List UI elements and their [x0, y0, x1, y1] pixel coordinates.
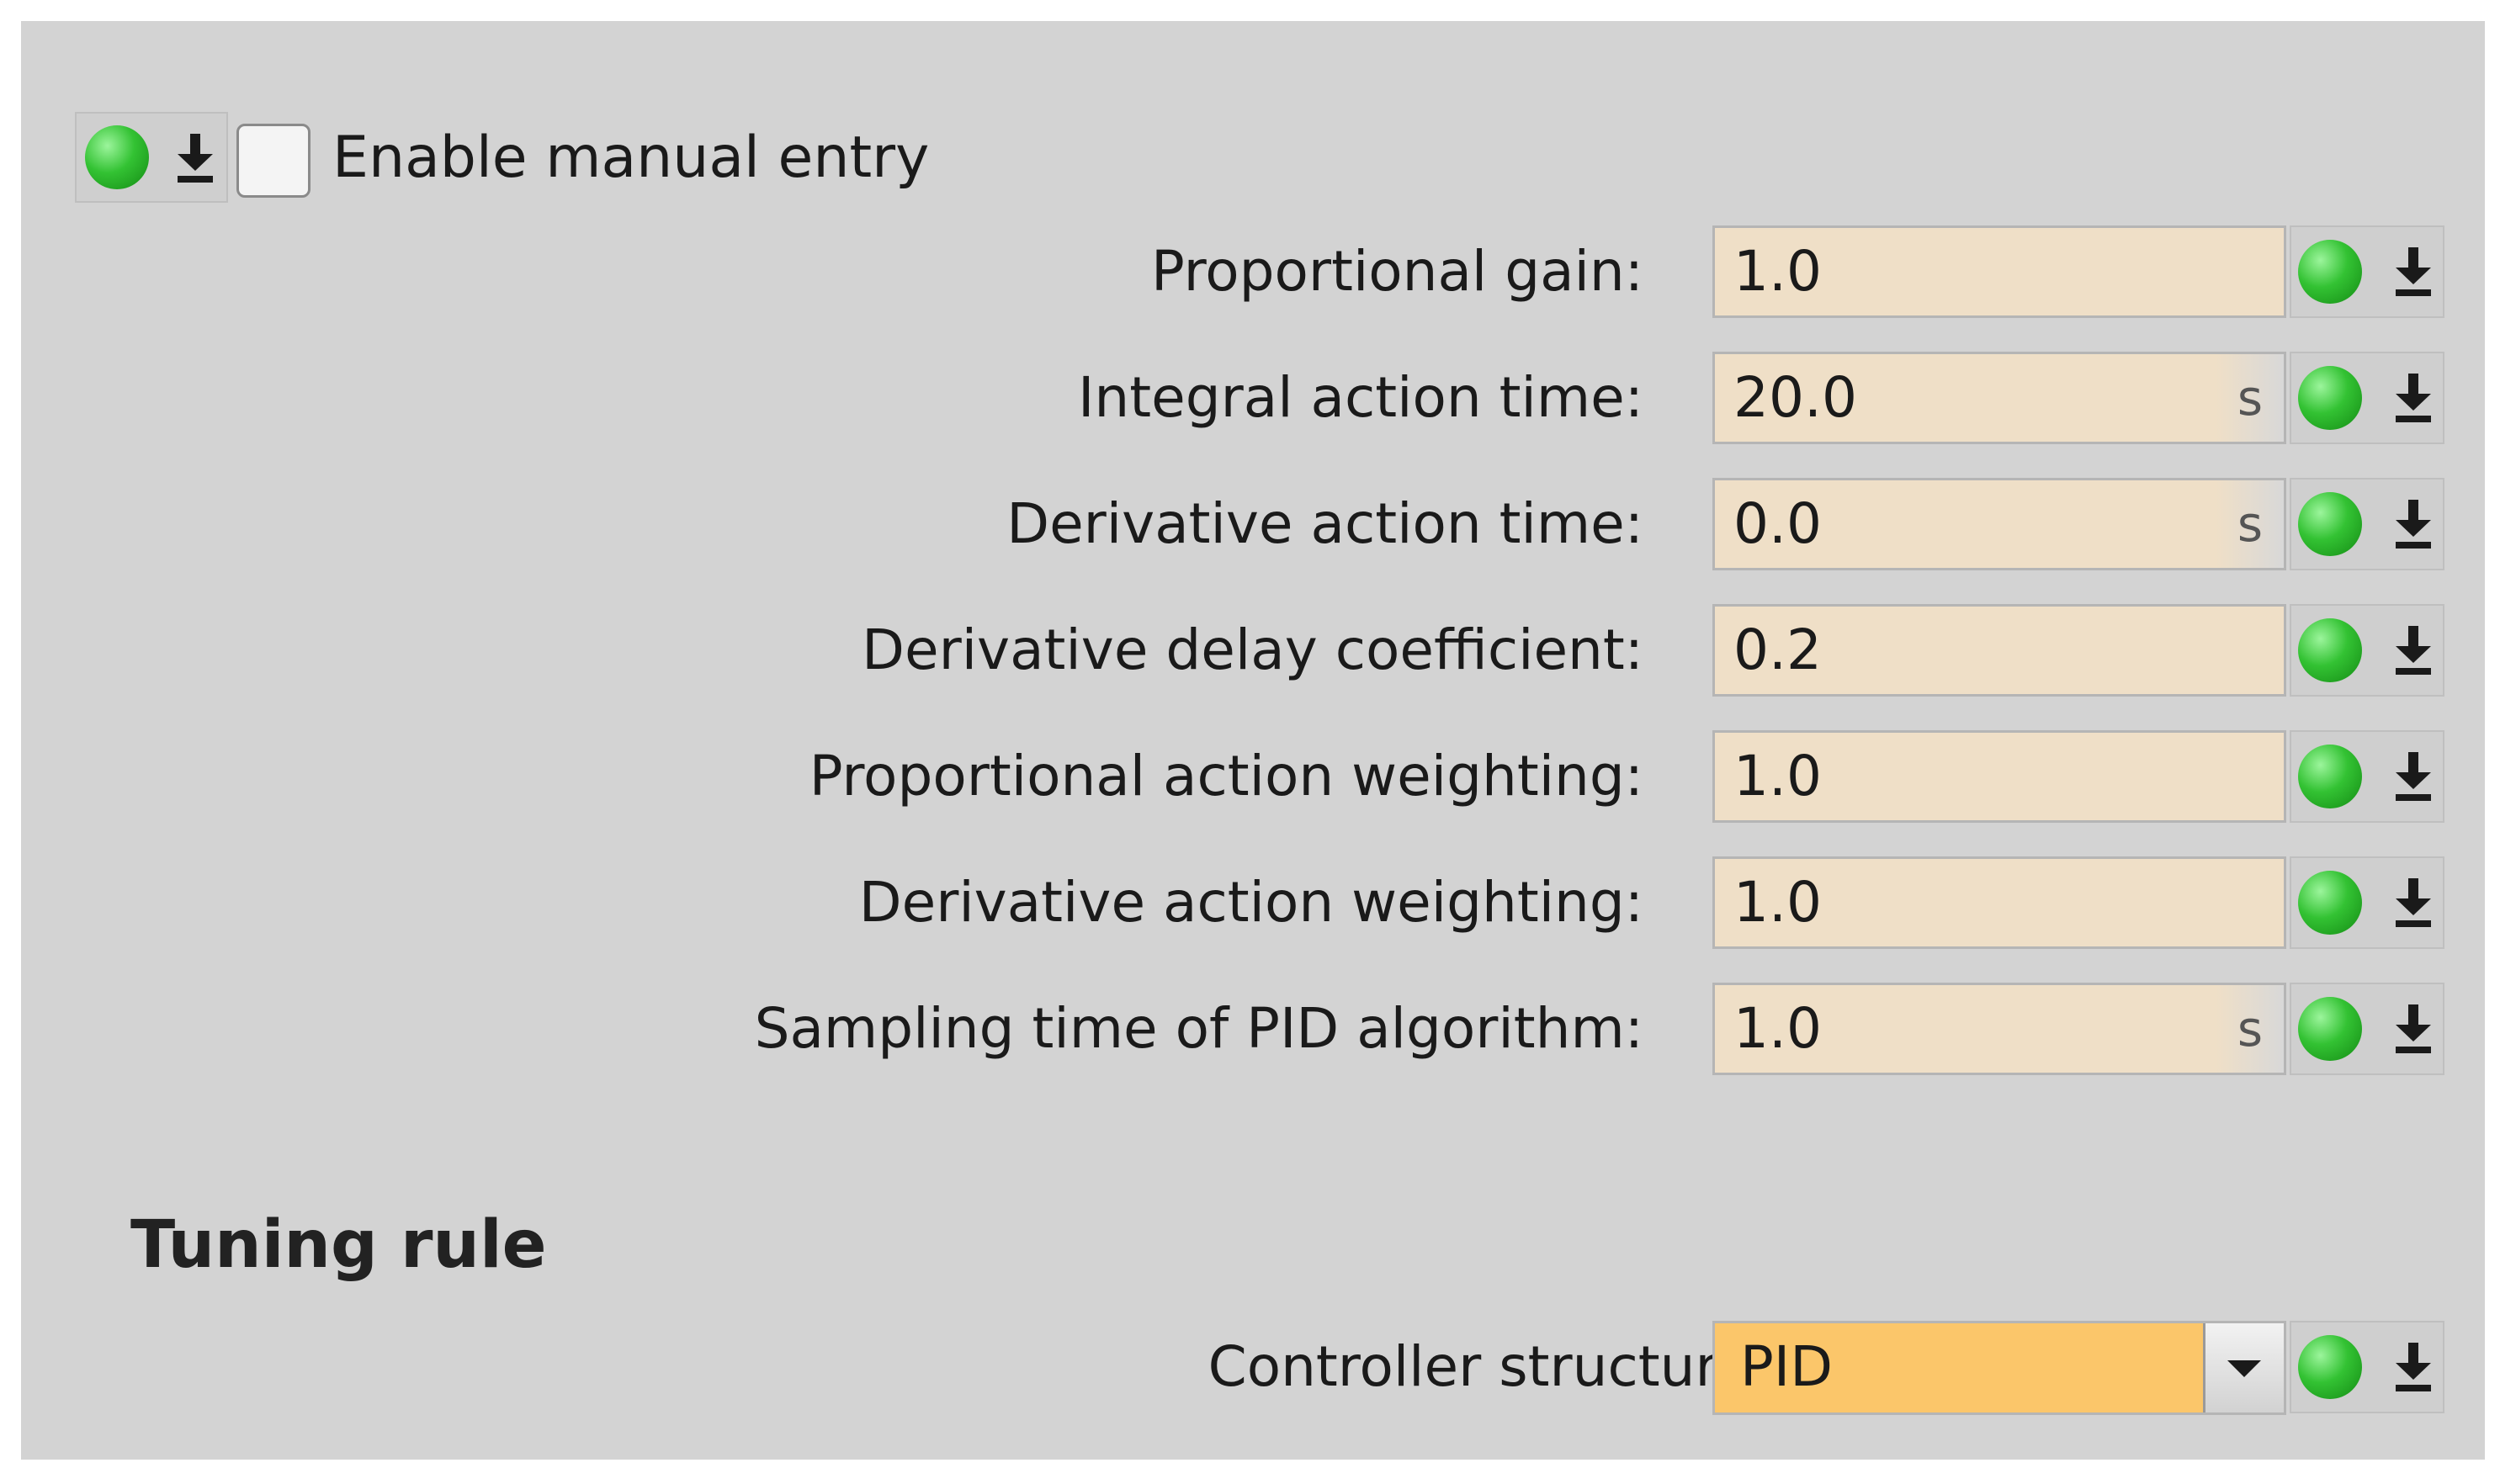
controller-structure-select[interactable]: PID [1712, 1321, 2286, 1415]
parameter-input[interactable]: 0.0 s [1712, 478, 2286, 570]
parameter-status [2290, 352, 2444, 444]
green-led-icon [2298, 997, 2362, 1061]
download-arrow-icon [178, 134, 213, 183]
parameter-status [2290, 225, 2444, 318]
parameter-label: Proportional gain: [1150, 239, 1643, 304]
parameter-label: Integral action time: [1077, 365, 1643, 430]
parameter-status [2290, 604, 2444, 697]
download-arrow-icon [2396, 878, 2431, 927]
download-arrow-icon [2396, 752, 2431, 801]
parameter-value: 1.0 [1733, 744, 1822, 808]
parameter-label: Proportional action weighting: [809, 744, 1643, 808]
parameter-input[interactable]: 20.0 s [1712, 352, 2286, 444]
dropdown-button[interactable] [2203, 1323, 2284, 1412]
green-led-icon [2298, 871, 2362, 935]
download-arrow-icon [2396, 374, 2431, 422]
parameter-input[interactable]: 1.0 s [1712, 983, 2286, 1075]
download-arrow-icon [2396, 500, 2431, 549]
tuning-rule-heading: Tuning rule [130, 1207, 547, 1283]
enable-manual-entry-checkbox[interactable] [236, 124, 311, 198]
green-led-icon [2298, 745, 2362, 808]
parameter-status [2290, 983, 2444, 1075]
parameter-label: Derivative action weighting: [858, 870, 1643, 935]
controller-structure-status [2290, 1321, 2444, 1413]
parameter-label: Sampling time of PID algorithm: [754, 996, 1643, 1061]
parameter-value: 0.2 [1733, 617, 1822, 682]
download-arrow-icon [2396, 1004, 2431, 1053]
parameter-input[interactable]: 1.0 [1712, 225, 2286, 318]
unit-label: s [2216, 480, 2284, 568]
parameter-input[interactable]: 1.0 [1712, 856, 2286, 949]
parameter-input[interactable]: 0.2 [1712, 604, 2286, 697]
parameter-status [2290, 478, 2444, 570]
green-led-icon [85, 125, 149, 189]
parameter-value: 0.0 [1733, 491, 1822, 556]
unit-label: s [2216, 354, 2284, 442]
controller-structure-value: PID [1740, 1334, 1834, 1399]
download-arrow-icon [2396, 626, 2431, 675]
parameter-label: Derivative action time: [1006, 491, 1643, 556]
parameter-value: 1.0 [1733, 239, 1822, 304]
green-led-icon [2298, 618, 2362, 682]
parameter-value: 1.0 [1733, 996, 1822, 1061]
green-led-icon [2298, 366, 2362, 430]
green-led-icon [2298, 240, 2362, 304]
download-arrow-icon [2396, 1343, 2431, 1391]
green-led-icon [2298, 1335, 2362, 1399]
green-led-icon [2298, 492, 2362, 556]
controller-structure-label: Controller structure: [1208, 1334, 1770, 1399]
pid-parameters-panel: Enable manual entry Proportional gain: 1.… [21, 21, 2485, 1460]
enable-manual-entry-label: Enable manual entry [332, 125, 930, 191]
download-arrow-icon [2396, 247, 2431, 296]
parameter-input[interactable]: 1.0 [1712, 730, 2286, 823]
parameter-status [2290, 856, 2444, 949]
chevron-down-icon [2227, 1360, 2261, 1377]
parameter-label: Derivative delay coefficient: [862, 617, 1643, 682]
unit-label: s [2216, 985, 2284, 1073]
parameter-value: 20.0 [1733, 365, 1857, 430]
parameter-value: 1.0 [1733, 870, 1822, 935]
parameter-status [2290, 730, 2444, 823]
manual-entry-status [75, 112, 228, 203]
